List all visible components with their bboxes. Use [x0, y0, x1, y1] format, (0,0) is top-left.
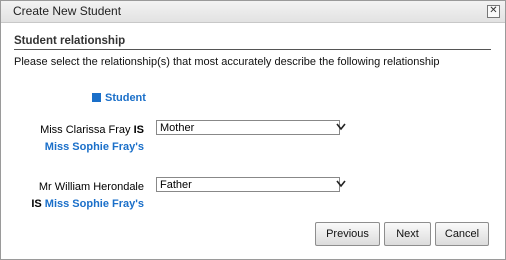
relationship-row-1-label: Miss Clarissa Fray IS Miss Sophie Fray's	[21, 122, 144, 156]
previous-button[interactable]: Previous	[315, 222, 380, 246]
relationship-select-1[interactable]: Mother	[156, 120, 346, 135]
window-title: Create New Student	[13, 4, 122, 18]
person-name-1: Miss Clarissa Fray	[40, 124, 131, 136]
relationship-select-2-value: Father	[160, 179, 192, 191]
relationship-row-2-label: Mr William Herondale IS Miss Sophie Fray…	[21, 179, 144, 213]
next-button[interactable]: Next	[384, 222, 431, 246]
cancel-button[interactable]: Cancel	[435, 222, 489, 246]
close-icon[interactable]: ✕	[487, 5, 500, 18]
student-link-label: Student	[105, 92, 146, 104]
student-square-icon	[92, 93, 101, 102]
create-student-dialog: Create New Student ✕ Student relationshi…	[0, 0, 506, 260]
relationship-select-1-value: Mother	[160, 122, 195, 134]
is-label-1: IS	[133, 124, 144, 136]
person-name-2: Mr William Herondale	[38, 181, 144, 193]
is-label-2: IS	[31, 198, 42, 210]
section-divider	[14, 49, 491, 50]
target-link-2[interactable]: Miss Sophie Fray's	[45, 198, 144, 210]
target-link-1[interactable]: Miss Sophie Fray's	[45, 141, 144, 153]
title-bar: Create New Student ✕	[1, 1, 505, 23]
student-link[interactable]: Student	[92, 92, 146, 104]
section-title: Student relationship	[14, 35, 126, 47]
relationship-select-2[interactable]: Father	[156, 177, 346, 192]
instructions-text: Please select the relationship(s) that m…	[14, 56, 440, 68]
